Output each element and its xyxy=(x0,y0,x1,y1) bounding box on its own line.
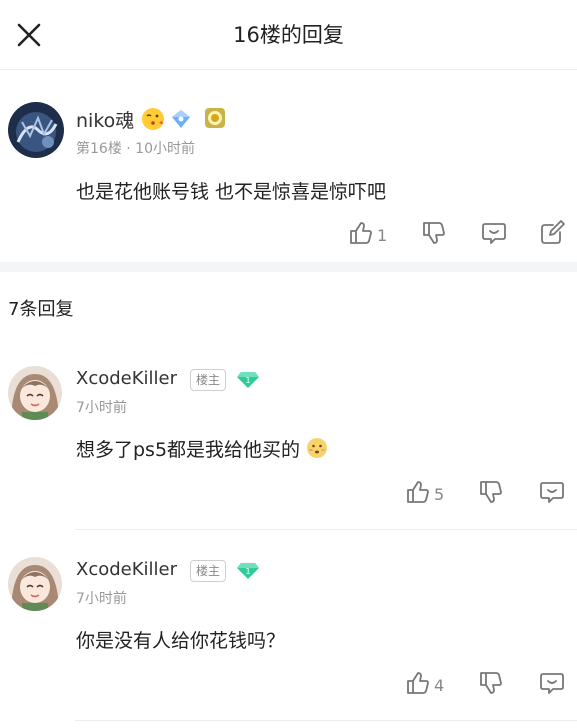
diamond-level-icon xyxy=(170,108,192,134)
like-button[interactable]: 1 xyxy=(348,220,387,250)
avatar[interactable] xyxy=(8,557,62,611)
page-title: 16楼的回复 xyxy=(233,23,344,47)
user-name[interactable]: niko魂 xyxy=(76,106,134,133)
dislike-button[interactable] xyxy=(421,220,447,250)
shy-emoji-icon xyxy=(306,437,328,464)
avatar[interactable] xyxy=(8,102,64,158)
diamond-level-icon: 1 xyxy=(237,371,259,393)
owner-badge: 楼主 xyxy=(190,369,227,391)
like-count: 1 xyxy=(377,225,388,245)
reply-text: 想多了ps5都是我给他买的 xyxy=(76,439,301,461)
thumbs-up-icon xyxy=(405,670,431,700)
reply-time: 7小时前 xyxy=(76,400,127,416)
comment-button[interactable] xyxy=(539,670,565,700)
owner-badge: 楼主 xyxy=(190,560,227,582)
thumbs-up-icon xyxy=(405,479,431,509)
svg-text:1: 1 xyxy=(245,376,250,385)
like-button[interactable]: 4 xyxy=(405,670,444,700)
reply-item: XcodeKiller 楼主 1 7小时前 想多了ps5都是我给他买的 5 xyxy=(0,350,577,530)
like-count: 4 xyxy=(434,675,445,695)
kiss-emoji-icon xyxy=(141,107,165,135)
dislike-button[interactable] xyxy=(478,670,504,700)
comment-icon xyxy=(539,479,565,509)
divider xyxy=(75,529,577,530)
medal-badge-icon xyxy=(203,106,227,134)
diamond-level-icon: 1 xyxy=(237,562,259,584)
section-divider xyxy=(0,262,577,272)
edit-button[interactable] xyxy=(539,220,565,250)
divider xyxy=(75,720,577,721)
edit-icon xyxy=(539,220,565,250)
comment-button[interactable] xyxy=(481,220,507,250)
avatar[interactable] xyxy=(8,366,62,420)
dislike-button[interactable] xyxy=(478,479,504,509)
thumbs-down-icon xyxy=(478,670,504,700)
post-meta: 第16楼 · 10小时前 xyxy=(76,141,195,157)
reply-content: 想多了ps5都是我给他买的 xyxy=(76,435,328,464)
reply-content: 你是没有人给你花钱吗？ xyxy=(76,630,286,652)
reply-count-label: 7条回复 xyxy=(8,299,74,320)
post-content: 也是花他账号钱 也不是惊喜是惊吓吧 xyxy=(76,181,387,203)
like-button[interactable]: 5 xyxy=(405,479,444,509)
comment-icon xyxy=(539,670,565,700)
comment-button[interactable] xyxy=(539,479,565,509)
comment-icon xyxy=(481,220,507,250)
user-name[interactable]: XcodeKiller xyxy=(76,559,177,580)
reply-item: XcodeKiller 楼主 1 7小时前 你是没有人给你花钱吗？ 4 xyxy=(0,541,577,721)
thumbs-up-icon xyxy=(348,220,374,250)
main-post: niko魂 第16楼 · 10小时前 也是花他账号钱 也不是惊喜是惊吓吧 1 xyxy=(0,70,577,262)
user-name[interactable]: XcodeKiller xyxy=(76,368,177,389)
thumbs-down-icon xyxy=(421,220,447,250)
thumbs-down-icon xyxy=(478,479,504,509)
svg-text:1: 1 xyxy=(245,567,250,576)
reply-time: 7小时前 xyxy=(76,591,127,607)
top-bar: 16楼的回复 xyxy=(0,0,577,70)
like-count: 5 xyxy=(434,484,445,504)
